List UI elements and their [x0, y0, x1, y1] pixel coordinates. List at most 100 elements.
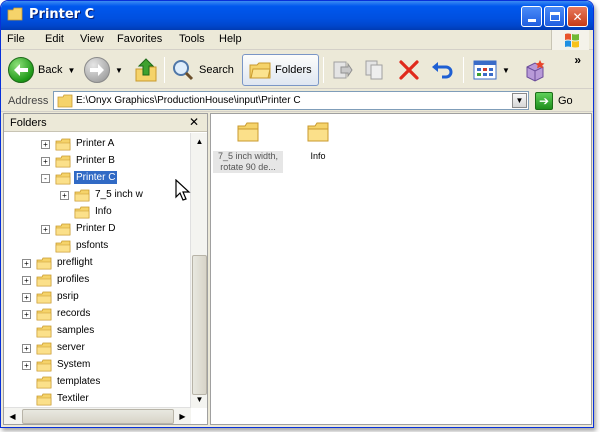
folder-tree: + Printer A + Printer B - Printer C +7_5 inch …	[4, 133, 191, 408]
expand-icon[interactable]: +	[22, 276, 31, 285]
back-button[interactable]: Back ▼	[8, 54, 75, 86]
forward-button[interactable]: ▼	[84, 54, 123, 86]
tree-item[interactable]: samples	[4, 323, 191, 340]
tree-item[interactable]: templates	[4, 374, 191, 391]
vertical-scroll-thumb[interactable]	[192, 255, 207, 395]
copy-to-button[interactable]	[364, 54, 386, 86]
tree-item[interactable]: psfonts	[4, 238, 191, 255]
expand-icon[interactable]: +	[41, 140, 50, 149]
tree-item[interactable]: Info	[4, 204, 191, 221]
go-label: Go	[558, 95, 573, 107]
tree-item[interactable]: + System	[4, 357, 191, 374]
expand-icon[interactable]: +	[22, 259, 31, 268]
folder-icon	[36, 308, 52, 321]
tree-item[interactable]: + records	[4, 306, 191, 323]
tree-item-label: psrip	[57, 291, 79, 302]
chevron-down-icon[interactable]: ▼	[115, 66, 123, 75]
expand-icon[interactable]: +	[22, 293, 31, 302]
close-button[interactable]: ✕	[567, 6, 588, 27]
folder-icon	[74, 206, 90, 219]
menu-edit[interactable]: Edit	[45, 33, 64, 45]
folder-icon	[74, 189, 90, 202]
menu-view[interactable]: View	[80, 33, 104, 45]
back-label: Back	[38, 64, 63, 76]
tree-item-label: profiles	[57, 274, 90, 285]
folder-item-info[interactable]: Info	[283, 122, 353, 162]
customize-button[interactable]	[523, 54, 547, 86]
expand-icon[interactable]: +	[41, 157, 50, 166]
tree-item[interactable]: + server	[4, 340, 191, 357]
scroll-right-icon[interactable]: ▶	[175, 409, 190, 424]
windows-flag-icon	[565, 33, 579, 48]
chevron-down-icon[interactable]: ▼	[502, 66, 510, 75]
undo-button[interactable]	[431, 54, 453, 86]
expand-icon[interactable]: +	[22, 361, 31, 370]
folders-icon	[249, 62, 271, 79]
horizontal-scroll-thumb[interactable]	[22, 409, 174, 424]
folders-button[interactable]: Folders	[242, 54, 319, 86]
menu-help[interactable]: Help	[219, 33, 242, 45]
address-dropdown-button[interactable]: ▼	[512, 93, 527, 108]
tree-item-label: Printer D	[76, 223, 116, 234]
tree-item[interactable]: + Printer D	[4, 221, 191, 238]
title-bar[interactable]: Printer C ✕	[1, 1, 593, 30]
folder-icon	[55, 155, 71, 168]
folder-item-label: 7_5 inch width, rotate 90 de...	[213, 151, 283, 173]
collapse-icon[interactable]: -	[41, 174, 50, 183]
maximize-button[interactable]	[544, 6, 565, 27]
address-bar: Address E:\Onyx Graphics\ProductionHouse…	[1, 90, 593, 112]
scroll-up-icon[interactable]: ▲	[192, 134, 207, 149]
tree-item[interactable]: + profiles	[4, 272, 191, 289]
scroll-down-icon[interactable]: ▼	[192, 392, 207, 407]
menu-file[interactable]: File	[7, 33, 25, 45]
windows-logo	[551, 30, 589, 50]
tree-item-label: Printer C	[74, 171, 118, 184]
tree-item-label: samples	[57, 325, 95, 336]
expand-icon[interactable]: +	[41, 225, 50, 234]
up-arrow-icon	[135, 58, 157, 82]
tree-item[interactable]: + preflight	[4, 255, 191, 272]
menu-tools[interactable]: Tools	[179, 33, 205, 45]
folder-icon	[36, 359, 52, 372]
expand-icon[interactable]: +	[22, 344, 31, 353]
folder-icon	[55, 240, 71, 253]
go-button[interactable]: ➔ Go	[535, 92, 573, 110]
toolbar-separator	[463, 57, 464, 83]
folder-item-7_5-inch[interactable]: 7_5 inch width, rotate 90 de...	[213, 122, 283, 173]
search-label: Search	[199, 64, 234, 76]
folder-icon	[57, 94, 73, 108]
delete-button[interactable]	[398, 54, 420, 86]
undo-icon	[432, 62, 453, 79]
folder-item-label-line2: rotate 90 de...	[220, 162, 276, 172]
views-button[interactable]: ▼	[473, 54, 510, 86]
folder-icon	[36, 325, 52, 338]
expand-icon[interactable]: +	[60, 191, 69, 200]
minimize-button[interactable]	[521, 6, 542, 27]
move-to-button[interactable]	[331, 54, 353, 86]
package-icon	[526, 60, 545, 82]
mouse-cursor-icon	[175, 179, 191, 201]
tree-item[interactable]: - Printer C	[4, 170, 191, 187]
chevron-down-icon: ▼	[515, 96, 524, 105]
tree-item[interactable]: Textiler	[4, 391, 191, 408]
scroll-left-icon[interactable]: ◀	[5, 409, 20, 424]
vertical-scrollbar[interactable]: ▲ ▼	[190, 133, 207, 408]
horizontal-scrollbar[interactable]: ◀ ▶	[4, 407, 191, 424]
toolbar-overflow-icon[interactable]: »	[574, 53, 581, 67]
forward-arrow-icon	[84, 57, 110, 83]
tree-item[interactable]: +7_5 inch w	[4, 187, 191, 204]
expand-icon[interactable]: +	[22, 310, 31, 319]
menu-favorites[interactable]: Favorites	[117, 33, 162, 45]
address-input[interactable]: E:\Onyx Graphics\ProductionHouse\input\P…	[53, 91, 529, 110]
search-button[interactable]: Search	[171, 54, 234, 86]
tree-item[interactable]: + Printer B	[4, 153, 191, 170]
tree-item[interactable]: + Printer A	[4, 136, 191, 153]
close-icon[interactable]: ✕	[189, 115, 199, 129]
folder-item-label: Info	[310, 151, 326, 161]
tree-item[interactable]: + psrip	[4, 289, 191, 306]
chevron-down-icon[interactable]: ▼	[67, 66, 75, 75]
tree-item-label: records	[57, 308, 91, 319]
folder-icon	[36, 274, 52, 287]
up-folder-button[interactable]	[134, 54, 158, 86]
folder-icon	[55, 223, 71, 236]
